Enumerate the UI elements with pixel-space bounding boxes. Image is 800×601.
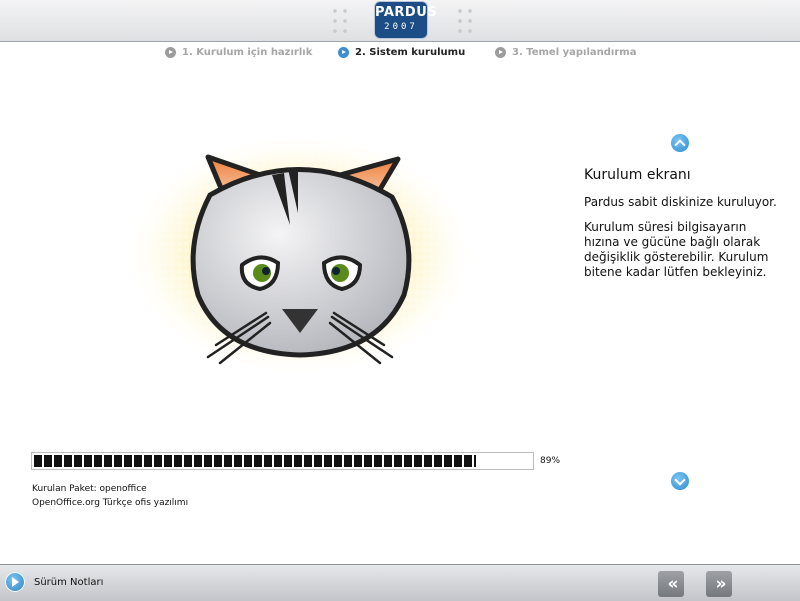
next-button[interactable]: » <box>706 571 732 597</box>
info-paragraph: Pardus sabit diskinize kuruluyor. <box>584 195 777 209</box>
back-button[interactable]: « <box>658 571 684 597</box>
release-notes-label: Sürüm Notları <box>34 576 104 588</box>
info-panel: Kurulum ekranı Pardus sabit diskinize ku… <box>584 167 784 290</box>
progress-percent: 89% <box>540 456 561 466</box>
package-info: Kurulan Paket: openoffice OpenOffice.org… <box>32 482 188 510</box>
bottom-bar: Sürüm Notları « » <box>0 564 800 601</box>
logo-year: 2007 <box>384 22 418 32</box>
top-banner: PARDUS 2007 <box>0 0 800 42</box>
current-package: Kurulan Paket: openoffice <box>32 484 147 494</box>
step-bullet-icon <box>495 46 506 58</box>
step-label: 3. Temel yapılandırma <box>512 46 637 58</box>
step-label: 2. Sistem kurulumu <box>355 46 466 58</box>
progress-fill <box>34 455 476 467</box>
install-progress-bar <box>31 452 534 470</box>
step-label: 1. Kurulum için hazırlık <box>182 46 313 58</box>
step-bullet-icon <box>338 46 349 58</box>
arrow-right-icon <box>5 572 25 592</box>
cat-eye-right <box>321 255 363 292</box>
logo-name: PARDUS <box>375 5 438 20</box>
info-paragraph: Kurulum süresi bilgisayarın hızına ve gü… <box>584 220 769 279</box>
decorative-dots <box>455 6 475 36</box>
scroll-down-button[interactable] <box>671 472 689 490</box>
cat-mascot-illustration <box>120 135 480 375</box>
info-title: Kurulum ekranı <box>584 167 691 183</box>
package-description: OpenOffice.org Türkçe ofis yazılımı <box>32 498 189 508</box>
scroll-up-button[interactable] <box>671 134 689 152</box>
step-system-install: 2. Sistem kurulumu <box>338 44 465 60</box>
step-preparation: 1. Kurulum için hazırlık <box>165 44 312 60</box>
step-bullet-icon <box>165 46 176 58</box>
decorative-dots <box>330 6 350 36</box>
release-notes-button[interactable]: Sürüm Notları <box>5 572 103 592</box>
step-basic-config: 3. Temel yapılandırma <box>495 44 636 60</box>
step-indicator: 1. Kurulum için hazırlık 2. Sistem kurul… <box>0 44 800 60</box>
cat-eye-left <box>239 255 281 292</box>
pardus-logo: PARDUS 2007 <box>375 2 438 38</box>
